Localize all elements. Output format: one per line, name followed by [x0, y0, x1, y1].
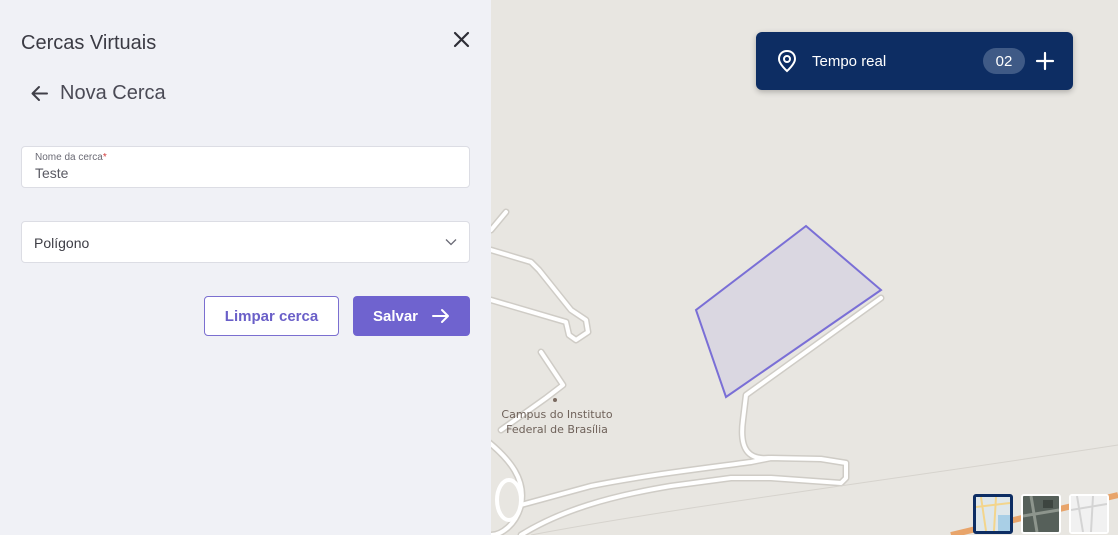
save-button[interactable]: Salvar — [353, 296, 470, 336]
poi-label: Campus do Instituto Federal de Brasília — [497, 407, 617, 437]
fence-name-input[interactable] — [35, 165, 455, 181]
layer-satellite-button[interactable] — [1021, 494, 1061, 534]
poi-marker — [553, 398, 557, 402]
fence-polygon — [694, 224, 883, 399]
plus-icon[interactable] — [1035, 51, 1055, 71]
layer-default-map-button[interactable] — [973, 494, 1013, 534]
layer-light-button[interactable] — [1069, 494, 1109, 534]
clear-fence-button[interactable]: Limpar cerca — [204, 296, 339, 336]
sidebar-title: Cercas Virtuais — [21, 32, 157, 54]
poi-label-line1: Campus do Instituto — [501, 408, 613, 421]
arrow-left-icon — [31, 86, 48, 101]
chevron-down-icon — [445, 239, 457, 246]
fence-name-label: Nome da cerca* — [35, 152, 107, 163]
realtime-label: Tempo real — [812, 52, 887, 70]
map-thumbnail-icon — [976, 497, 1010, 531]
satellite-thumbnail-icon — [1023, 496, 1059, 532]
close-icon[interactable] — [452, 30, 471, 49]
arrow-right-icon — [432, 309, 450, 323]
fence-shape-select[interactable]: Polígono — [21, 221, 470, 263]
realtime-panel[interactable]: Tempo real 02 — [756, 32, 1073, 90]
fence-shape-value: Polígono — [34, 235, 90, 251]
fence-name-field[interactable]: Nome da cerca* — [21, 146, 470, 188]
required-mark: * — [102, 152, 107, 163]
light-map-thumbnail-icon — [1071, 496, 1107, 532]
save-button-label: Salvar — [372, 307, 419, 325]
back-button[interactable]: Nova Cerca — [30, 82, 166, 105]
virtual-fence-sidebar: Cercas Virtuais Nova Cerca Nome da cerca… — [0, 0, 491, 535]
realtime-count-badge: 02 — [983, 48, 1025, 74]
page-subtitle: Nova Cerca — [60, 82, 166, 104]
poi-label-line2: Federal de Brasília — [506, 423, 608, 436]
fence-name-label-text: Nome da cerca — [35, 152, 103, 163]
location-pin-icon — [777, 49, 797, 73]
